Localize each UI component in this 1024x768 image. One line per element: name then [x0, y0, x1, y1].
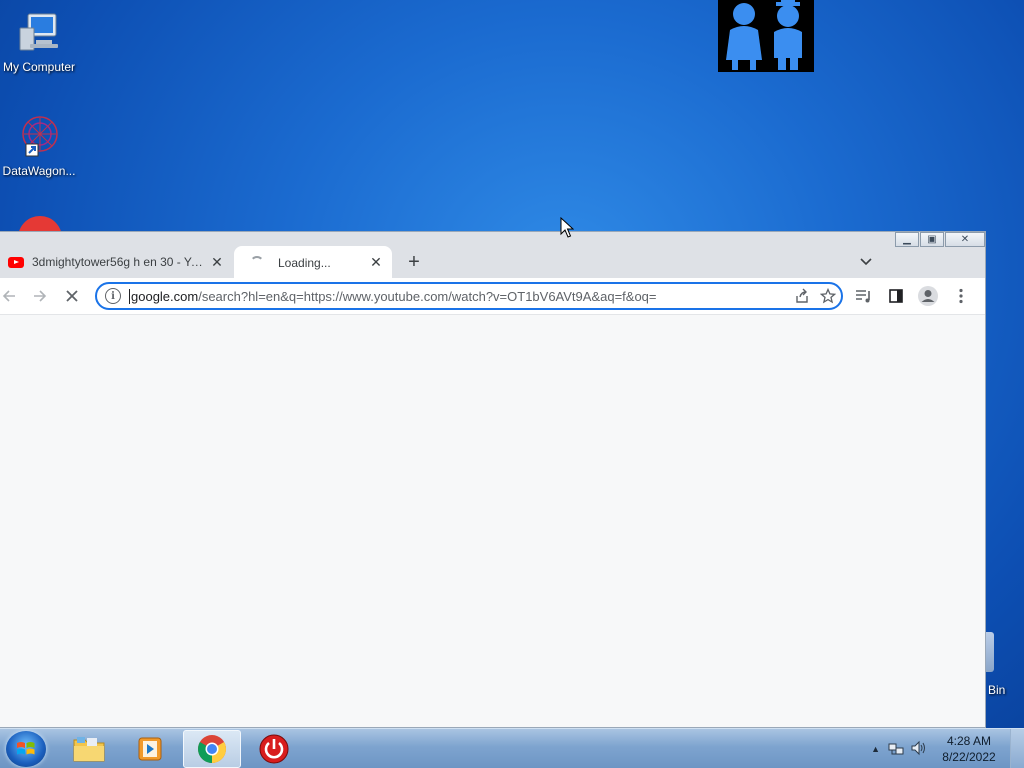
back-arrow-icon[interactable] [0, 284, 21, 308]
desktop-icon-datawagon[interactable]: DataWagon... [0, 114, 79, 178]
clock-time: 4:28 AM [946, 734, 992, 748]
clock-date: 8/22/2022 [942, 750, 996, 764]
show-hidden-icons-arrow-icon[interactable]: ▲ [871, 744, 880, 754]
address-bar-url[interactable]: google.com/search?hl=en&q=https://www.yo… [129, 288, 789, 304]
datawagon-icon [16, 114, 62, 160]
taskbar-power-app[interactable] [245, 730, 303, 768]
computer-icon [16, 10, 62, 56]
taskbar-chrome[interactable] [183, 730, 241, 768]
url-host: google.com [131, 288, 199, 304]
bookmark-star-icon[interactable] [815, 285, 841, 307]
system-tray: ▲ 4:28 AM 8/22/2022 [871, 729, 1024, 768]
side-panel-icon[interactable] [884, 284, 908, 308]
profile-avatar-icon[interactable] [916, 284, 940, 308]
browser-toolbar: i google.com/search?hl=en&q=https://www.… [0, 278, 985, 314]
network-icon[interactable] [888, 740, 904, 759]
taskbar-file-explorer[interactable] [60, 730, 118, 768]
desktop-icon-label: My Computer [2, 60, 76, 74]
address-bar[interactable]: i google.com/search?hl=en&q=https://www.… [95, 282, 843, 310]
recycle-bin-label: Bin [988, 683, 1006, 697]
folder-icon [73, 737, 105, 762]
url-path: /search?hl=en&q=https://www.youtube.com/… [198, 288, 657, 304]
close-tab-icon[interactable]: ✕ [368, 254, 384, 271]
recycle-bin-icon[interactable] [986, 632, 994, 672]
site-info-icon[interactable]: i [105, 288, 121, 304]
windows-logo-icon [17, 742, 35, 755]
mouse-cursor-icon [560, 216, 575, 242]
taskbar: ▲ 4:28 AM 8/22/2022 [0, 728, 1024, 768]
tab-youtube[interactable]: 3dmightytower56g h en 30 - YouTube ✕ [0, 246, 233, 278]
close-tab-icon[interactable]: ✕ [209, 254, 225, 271]
chrome-icon [198, 735, 226, 763]
start-button[interactable] [6, 731, 46, 767]
tab-search-chevron-icon[interactable] [856, 252, 876, 272]
show-desktop-button[interactable] [1010, 729, 1024, 768]
loading-spinner-icon [250, 255, 264, 270]
youtube-icon [8, 256, 24, 268]
desktop-icon-my-computer[interactable]: My Computer [0, 10, 79, 74]
power-icon [259, 734, 289, 764]
new-tab-button[interactable]: + [402, 250, 426, 274]
share-icon[interactable] [789, 285, 815, 307]
forward-arrow-icon[interactable] [28, 284, 52, 308]
stop-loading-icon[interactable] [60, 284, 84, 308]
media-player-icon [138, 737, 162, 761]
browser-window: ▁ ▣ ✕ 3dmightytower56g h en 30 - YouTube… [0, 231, 986, 728]
taskbar-media-player[interactable] [121, 730, 179, 768]
desktop-icon-label: DataWagon... [2, 164, 76, 178]
chrome-desktop-icon-partial [18, 216, 62, 231]
page-content-area[interactable] [0, 314, 985, 727]
tab-strip: 3dmightytower56g h en 30 - YouTube ✕ Loa… [0, 242, 985, 279]
volume-icon[interactable] [910, 740, 928, 759]
tab-title: 3dmightytower56g h en 30 - YouTube [32, 255, 209, 269]
more-menu-icon[interactable] [949, 284, 973, 308]
tab-loading[interactable]: Loading... ✕ [234, 246, 392, 279]
system-clock[interactable]: 4:28 AM 8/22/2022 [934, 733, 1004, 765]
people-widget [718, 0, 814, 72]
media-control-icon[interactable] [852, 284, 876, 308]
tab-title: Loading... [278, 255, 331, 270]
